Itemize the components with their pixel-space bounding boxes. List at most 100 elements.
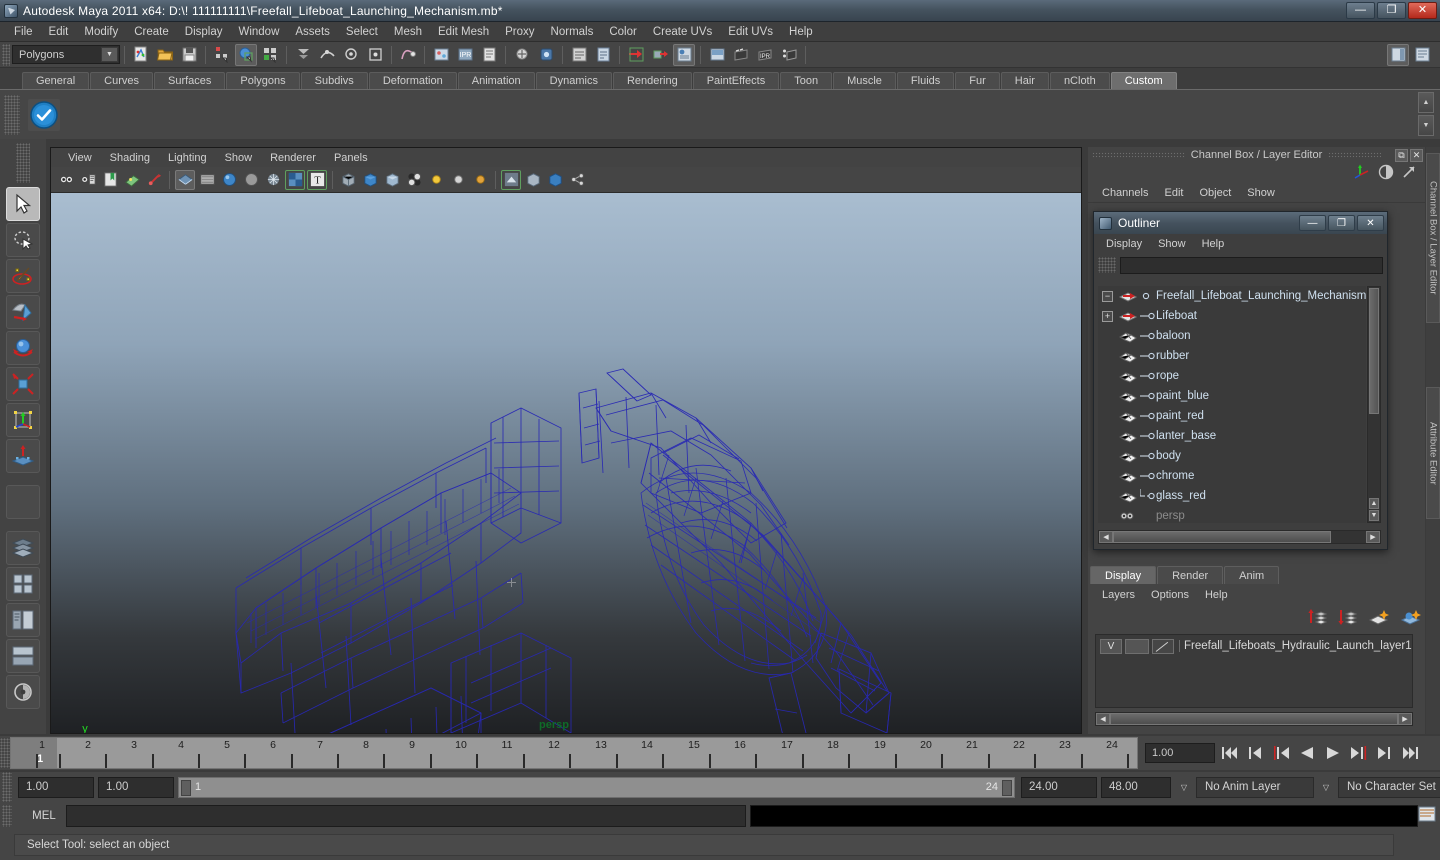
text-display-icon[interactable]: T [307, 170, 327, 190]
viewport-menu-view[interactable]: View [59, 151, 101, 165]
select-by-component-type-button[interactable] [259, 44, 281, 66]
viewport-menu-show[interactable]: Show [216, 151, 262, 165]
viewport-menu-panels[interactable]: Panels [325, 151, 377, 165]
outliner-row-paint-blue[interactable]: paint_blue [1098, 386, 1366, 406]
scrollbar-thumb[interactable] [1113, 531, 1331, 543]
close-button[interactable]: ✕ [1408, 2, 1437, 19]
outliner-minimize-button[interactable]: — [1299, 215, 1326, 231]
flat-sphere-icon[interactable] [241, 170, 261, 190]
outliner-row-persp[interactable]: persp [1098, 506, 1366, 523]
snap-to-point-button[interactable] [340, 44, 362, 66]
outliner-menu-help[interactable]: Help [1194, 237, 1233, 251]
script-editor-button[interactable] [568, 44, 590, 66]
show-hide-toolbar-button[interactable] [673, 44, 695, 66]
select-camera-icon[interactable] [56, 170, 76, 190]
channelbox-menu-edit[interactable]: Edit [1156, 186, 1191, 200]
layer-name-label[interactable]: Freefall_Lifeboats_Hydraulic_Launch_laye… [1179, 640, 1412, 652]
viewport-canvas[interactable]: y x z persp [51, 193, 1081, 733]
camera-attributes-icon[interactable] [78, 170, 98, 190]
show-hide-attribute-editor-button[interactable] [1411, 44, 1433, 66]
scale-tool-button[interactable] [6, 367, 40, 401]
outliner-menu-show[interactable]: Show [1150, 237, 1194, 251]
shaded-cube-blue-icon[interactable] [360, 170, 380, 190]
panel-close-button[interactable]: ✕ [1410, 149, 1423, 162]
play-forwards-button[interactable] [1321, 742, 1345, 764]
step-back-frame-button[interactable] [1269, 742, 1293, 764]
layer-horizontal-scrollbar[interactable]: ◀ ▶ [1095, 712, 1413, 726]
menu-window[interactable]: Window [230, 24, 287, 40]
outliner-menu-display[interactable]: Display [1098, 237, 1150, 251]
layer-menu-layers[interactable]: Layers [1094, 588, 1143, 602]
layer-visibility-toggle[interactable]: V [1100, 639, 1122, 654]
four-view-layout-button[interactable] [6, 567, 40, 601]
share-network-icon[interactable] [567, 170, 587, 190]
show-hide-right-panel-button[interactable] [1387, 44, 1409, 66]
menu-edit-mesh[interactable]: Edit Mesh [430, 24, 497, 40]
menu-modify[interactable]: Modify [76, 24, 126, 40]
outliner-scroll-down-button[interactable]: ▼ [1369, 510, 1379, 521]
menu-proxy[interactable]: Proxy [497, 24, 542, 40]
menu-display[interactable]: Display [177, 24, 231, 40]
menu-color[interactable]: Color [601, 24, 644, 40]
step-back-keyframe-button[interactable] [1243, 742, 1267, 764]
outliner-row-baloon[interactable]: baloon [1098, 326, 1366, 346]
layer-list[interactable]: V Freefall_Lifeboats_Hydraulic_Launch_la… [1095, 634, 1413, 708]
menu-assets[interactable]: Assets [287, 24, 338, 40]
smooth-shade-all-icon[interactable] [197, 170, 217, 190]
statusline-grip[interactable] [2, 44, 10, 66]
shelf-tab-muscle[interactable]: Muscle [833, 72, 896, 89]
paint-select-tool-button[interactable] [6, 259, 40, 293]
outliner-row-lifeboat[interactable]: + Lifeboat [1098, 306, 1366, 326]
time-slider[interactable]: 1 1 2 3 4 5 6 7 8 9 10 11 12 13 14 15 16… [10, 737, 1138, 769]
outliner-horizontal-scrollbar[interactable]: ◀ ▶ [1098, 530, 1381, 544]
shelf-tab-curves[interactable]: Curves [90, 72, 153, 89]
outliner-persp-layout-button[interactable] [6, 603, 40, 637]
range-end-handle[interactable] [1002, 780, 1012, 796]
menu-normals[interactable]: Normals [543, 24, 602, 40]
recent-tool-button[interactable] [6, 485, 40, 519]
toolbox-grip[interactable] [16, 143, 30, 183]
outliner-scroll-up-button[interactable]: ▲ [1369, 498, 1379, 509]
new-layer-icon[interactable] [1368, 608, 1390, 629]
anim-layer-field[interactable]: No Anim Layer [1196, 777, 1314, 798]
outliner-tree[interactable]: − Freefall_Lifeboat_Launching_Mechanism … [1098, 286, 1366, 523]
lasso-select-tool-button[interactable] [6, 223, 40, 257]
open-scene-button[interactable] [154, 44, 176, 66]
menuset-dropdown[interactable]: Polygons ▼ [12, 45, 120, 64]
mel-label[interactable]: MEL [22, 810, 66, 822]
shelf-tab-polygons[interactable]: Polygons [226, 72, 299, 89]
range-start-time-field[interactable]: 1.00 [98, 777, 174, 798]
shelf-tab-rendering[interactable]: Rendering [613, 72, 692, 89]
shelf-tab-fluids[interactable]: Fluids [897, 72, 954, 89]
outliner-maximize-button[interactable]: ❐ [1328, 215, 1355, 231]
range-start-handle[interactable] [181, 780, 191, 796]
scrollbar-track[interactable] [1113, 531, 1366, 543]
step-forward-keyframe-button[interactable] [1373, 742, 1397, 764]
shelf-tab-ncloth[interactable]: nCloth [1050, 72, 1110, 89]
viewport-menu-shading[interactable]: Shading [101, 151, 159, 165]
menu-edit-uvs[interactable]: Edit UVs [720, 24, 781, 40]
move-tool-button[interactable] [6, 295, 40, 329]
shelf-tab-hair[interactable]: Hair [1001, 72, 1049, 89]
range-slider-grip[interactable] [2, 772, 12, 802]
arrow-diagonal-icon[interactable] [1401, 164, 1417, 183]
light-orange-icon[interactable] [470, 170, 490, 190]
paint-effects-button[interactable] [535, 44, 557, 66]
animation-end-time-field[interactable]: 48.00 [1101, 777, 1171, 798]
xray-display-icon[interactable] [338, 170, 358, 190]
menu-help[interactable]: Help [781, 24, 821, 40]
outliner-row-chrome[interactable]: chrome [1098, 466, 1366, 486]
layer-playback-toggle[interactable] [1125, 639, 1149, 654]
snap-to-view-plane-button[interactable] [364, 44, 386, 66]
wireframe-shading-icon[interactable] [175, 170, 195, 190]
outliner-row-rubber[interactable]: rubber [1098, 346, 1366, 366]
checker-cube-icon[interactable] [404, 170, 424, 190]
play-backwards-button[interactable] [1295, 742, 1319, 764]
ipr-batch-button[interactable]: IPR [754, 44, 776, 66]
shelf-tab-fur[interactable]: Fur [955, 72, 1000, 89]
mel-command-input[interactable] [66, 805, 746, 827]
viewport-menu-lighting[interactable]: Lighting [159, 151, 216, 165]
shelf-tab-custom[interactable]: Custom [1111, 72, 1177, 89]
move-layer-up-icon[interactable] [1308, 608, 1328, 629]
layer-scroll-left-button[interactable]: ◀ [1096, 713, 1110, 725]
